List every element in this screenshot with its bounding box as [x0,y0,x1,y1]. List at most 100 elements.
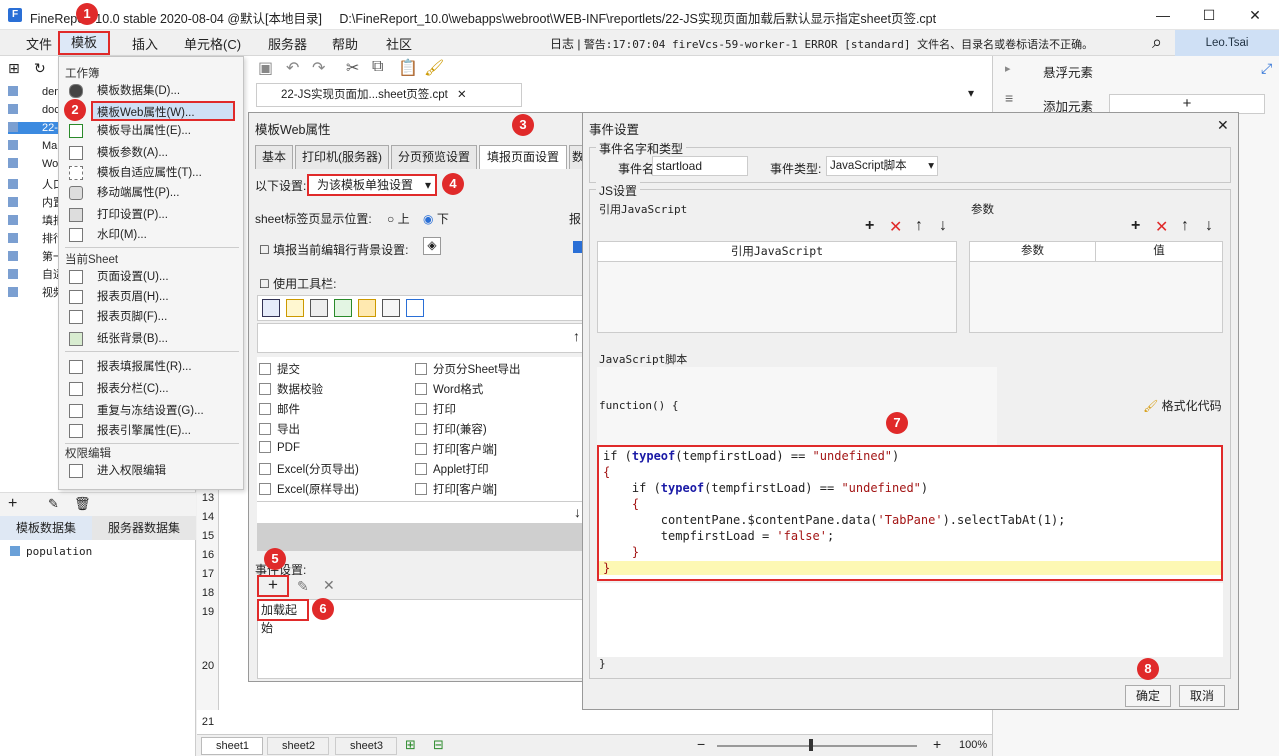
undo-icon[interactable]: ↶ [286,58,299,78]
menu-cell[interactable]: 单元格(C) [184,34,241,53]
menu-item-permission-edit[interactable]: 进入权限编辑 [67,461,235,481]
row-number[interactable]: 14 [197,511,219,523]
tree-item-selected[interactable]: 22- [8,122,58,134]
add-ref-js-button[interactable]: + [865,217,874,235]
search-icon[interactable]: ⌕ [1152,32,1162,53]
ok-button[interactable]: 确定 [1125,685,1171,707]
tree-item[interactable]: 第一 [8,248,64,264]
menu-insert[interactable]: 插入 [132,34,158,53]
list-item[interactable]: 数据校验 [259,381,323,397]
tree-item[interactable]: dem [8,86,63,98]
menu-help[interactable]: 帮助 [332,34,358,53]
menu-item-template-param[interactable]: 模板参数(A)... [67,143,235,163]
list-item[interactable]: 打印[客户端] [415,481,497,497]
paste-icon[interactable]: 📋 [398,58,418,78]
list-item[interactable]: Word格式 [415,381,483,397]
radio-bottom[interactable]: ◉ 下 [423,210,449,227]
list-item[interactable]: 分页分Sheet导出 [415,361,521,377]
radio-top[interactable]: ○ 上 [387,210,410,227]
menu-community[interactable]: 社区 [386,34,412,53]
tree-item[interactable]: doc [8,104,60,116]
tab-basic[interactable]: 基本 [255,145,293,169]
tab-menu-icon[interactable]: ▾ [968,86,974,100]
editor-file-tab[interactable]: 22-JS实现页面加...sheet页签.cpt ✕ [256,83,522,107]
collapse-icon[interactable]: ⤢ [1261,60,1272,77]
paint-bucket-icon[interactable]: ◈ [423,237,441,255]
delete-ref-js-button[interactable]: ✕ [889,217,902,237]
tree-item[interactable]: 自适 [8,266,64,282]
menu-item-engine-attr[interactable]: 报表引擎属性(E)... [67,421,235,441]
menu-item-web-attr[interactable]: 模板Web属性(W)... [91,101,235,121]
setting-select[interactable]: 为该模板单独设置 ▾ [307,174,437,196]
edit-icon[interactable]: ✎ [297,578,309,595]
new-folder-icon[interactable]: ⊞ [8,60,20,77]
close-button[interactable]: ✕ [1232,4,1278,26]
minimize-button[interactable]: — [1140,4,1186,26]
event-item-load[interactable]: 加载起始 [257,599,309,635]
menu-item-adaptive-attr[interactable]: 模板自适应属性(T)... [67,163,235,183]
list-item[interactable]: 邮件 [259,401,300,417]
menu-item-print-setting[interactable]: 打印设置(P)... [67,205,235,225]
edit-icon[interactable]: ✎ [48,496,59,512]
menu-item-freeze[interactable]: 重复与冻结设置(G)... [67,401,235,421]
menu-item-header[interactable]: 报表页眉(H)... [67,287,235,307]
add-sheet-icon[interactable]: ⊞ [405,737,416,753]
row-number[interactable]: 15 [197,530,219,542]
add-poly-sheet-icon[interactable]: ⊟ [433,737,444,753]
list-item[interactable]: 打印 [415,401,456,417]
menu-item-columns[interactable]: 报表分栏(C)... [67,379,235,399]
menu-item-watermark[interactable]: 水印(M)... [67,225,235,245]
list-item[interactable]: 导出 [259,421,300,437]
refresh-icon[interactable]: ↻ [34,60,46,77]
event-type-select[interactable]: JavaScript脚本 ▾ [826,156,938,176]
delete-param-button[interactable]: ✕ [1155,217,1168,237]
save-icon[interactable]: ▣ [258,58,273,78]
row-number[interactable]: 13 [197,492,219,504]
format-brush-icon[interactable]: 🖌 [424,58,444,78]
menu-item-page-setup[interactable]: 页面设置(U)... [67,267,235,287]
add-param-button[interactable]: + [1131,217,1140,235]
tree-item[interactable]: 人口 [8,176,64,192]
row-number[interactable]: 17 [197,568,219,580]
tab-fill-page[interactable]: 填报页面设置 [479,145,567,169]
bg-setting-checkbox[interactable]: ☐ 填报当前编辑行背景设置: [259,241,408,258]
menu-item-fill-attr[interactable]: 报表填报属性(R)... [67,357,235,377]
event-name-field[interactable]: startload [652,156,748,176]
menu-item-footer[interactable]: 报表页脚(F)... [67,307,235,327]
row-number[interactable]: 19 [197,606,219,618]
tab-server-dataset[interactable]: 服务器数据集 [92,516,196,540]
add-element-button[interactable]: + [1109,94,1265,114]
list-item[interactable]: Excel(原样导出) [259,481,359,497]
sheet-tab-2[interactable]: sheet2 [267,737,329,755]
list-item[interactable]: Applet打印 [415,461,489,477]
menu-template[interactable]: 模板 [58,31,110,55]
tree-item[interactable]: 排行 [8,230,64,246]
add-dataset-icon[interactable]: + [8,495,17,513]
copy-icon[interactable]: ⧉ [372,58,383,76]
move-up-ref-js-button[interactable]: ↑ [915,217,923,235]
sheet-tab-1[interactable]: sheet1 [201,737,263,755]
move-down-ref-js-button[interactable]: ↓ [939,217,947,235]
list-item[interactable]: 打印(兼容) [415,421,487,437]
list-item[interactable]: Excel(分页导出) [259,461,359,477]
row-number[interactable]: 21 [197,716,219,728]
js-code-editor[interactable]: if (typeof(tempfirstLoad) == "undefined"… [597,445,1223,581]
zoom-in-button[interactable]: + [933,736,941,752]
menu-server[interactable]: 服务器 [268,34,307,53]
move-up-param-button[interactable]: ↑ [1181,217,1189,235]
row-number[interactable]: 16 [197,549,219,561]
zoom-out-button[interactable]: − [697,736,705,752]
close-dialog-icon[interactable]: ✕ [1217,117,1229,134]
list-item[interactable]: 提交 [259,361,300,377]
tree-item[interactable]: Wor [8,158,62,170]
list-item[interactable]: PDF [259,441,300,454]
toolbar-checkbox[interactable]: ☐ 使用工具栏: [259,275,336,292]
delete-icon[interactable]: 🗑 [74,496,91,512]
tree-item[interactable]: 填报 [8,212,64,228]
tree-item[interactable]: 视频 [8,284,64,300]
menu-item-mobile-attr[interactable]: 移动端属性(P)... [67,183,235,203]
tree-item[interactable]: 内置 [8,194,64,210]
cut-icon[interactable]: ✂ [346,58,359,78]
row-number[interactable]: 20 [197,660,219,672]
dataset-item[interactable]: population [10,545,92,558]
